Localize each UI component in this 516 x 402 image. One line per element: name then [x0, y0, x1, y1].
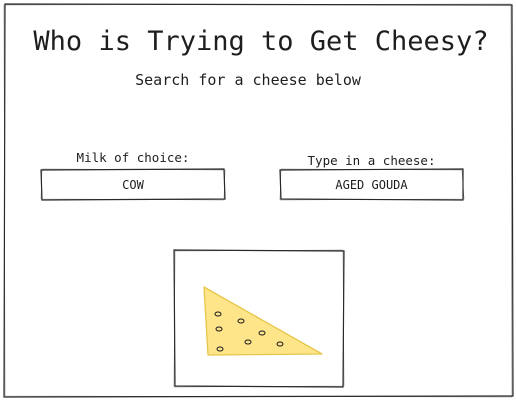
milk-input[interactable]: COW — [41, 169, 225, 200]
cheese-image-card — [174, 250, 344, 387]
cheese-wedge-icon — [203, 286, 323, 356]
cheese-field-label: Type in a cheese: — [307, 153, 436, 168]
milk-field-label: Milk of choice: — [76, 150, 190, 165]
cheese-search-input[interactable]: AGED GOUDA — [280, 169, 463, 200]
page-subtitle: Search for a cheese below — [135, 71, 361, 89]
page-title: Who is Trying to Get Cheesy? — [33, 26, 489, 57]
